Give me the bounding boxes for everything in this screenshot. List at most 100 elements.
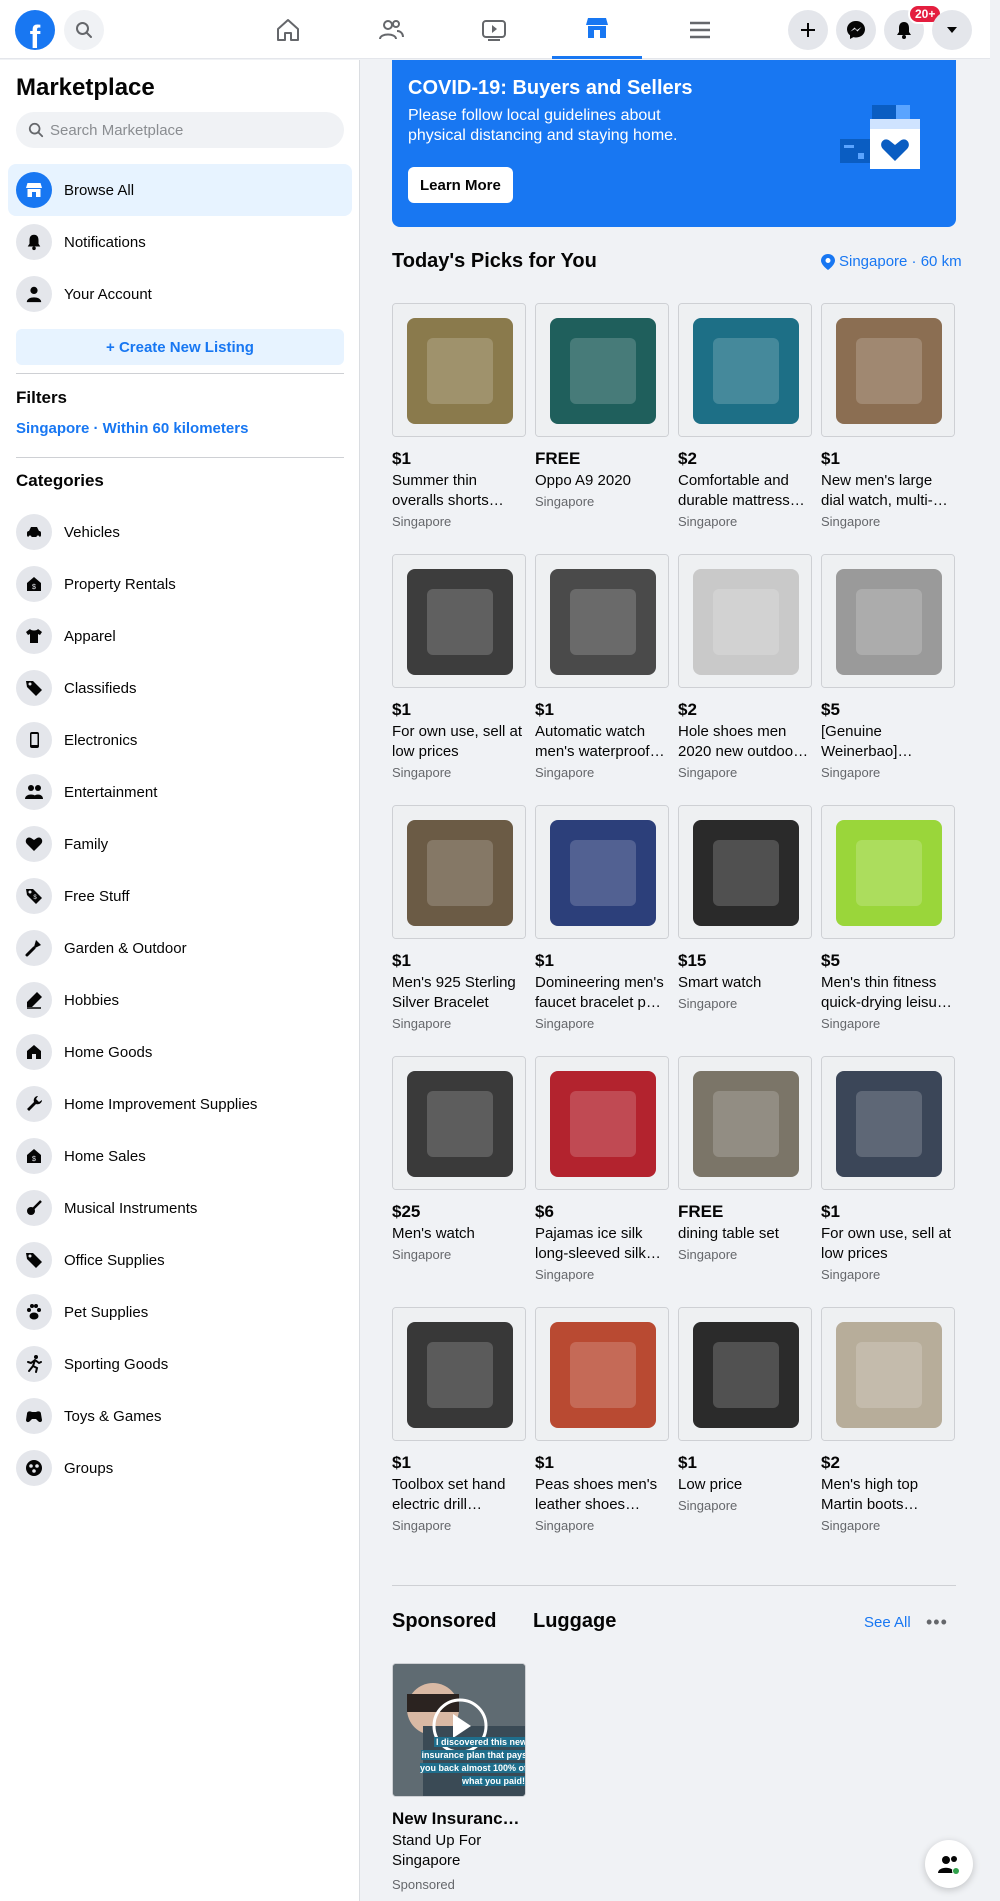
listing-location: Singapore (821, 1267, 881, 1282)
shovel-icon (16, 930, 52, 966)
svg-text:$: $ (32, 1156, 36, 1163)
tab-menu[interactable] (655, 0, 745, 59)
facebook-logo[interactable]: f (15, 10, 55, 50)
listing-photo[interactable] (535, 303, 669, 437)
tab-friends[interactable] (346, 0, 436, 59)
listing-title: [Genuine Weinerbao] Running suit (821, 723, 898, 760)
listing-card[interactable]: $1 Men's 925 Sterling Silver Bracelet Sing… (392, 805, 526, 1031)
listing-photo[interactable] (678, 805, 812, 939)
create-button[interactable] (788, 10, 828, 50)
category-item-office-supplies[interactable]: Office Supplies (8, 1234, 352, 1286)
divider (16, 457, 344, 458)
listing-card[interactable]: $5 Men's thin fitness quick-drying leisur… (821, 805, 955, 1031)
listing-photo[interactable] (678, 1307, 812, 1441)
location-filter-link[interactable]: Singapore · Within 60 kilometers (16, 420, 248, 437)
listing-photo[interactable] (392, 1056, 526, 1190)
category-item-groups[interactable]: Groups (8, 1442, 352, 1494)
category-item-home-sales[interactable]: $ Home Sales (8, 1130, 352, 1182)
listing-card[interactable]: $15 Smart watch Singapore (678, 805, 812, 1011)
search-marketplace-field[interactable] (16, 112, 344, 148)
listing-card[interactable]: $1 New men's large dial watch, multi-func… (821, 303, 955, 529)
category-item-electronics[interactable]: Electronics (8, 714, 352, 766)
listing-photo[interactable] (821, 303, 955, 437)
ad-video-thumbnail[interactable]: I discovered this new insurance plan tha… (392, 1663, 526, 1797)
guitar-icon (16, 1190, 52, 1226)
new-group-chat-button[interactable] (925, 1840, 973, 1888)
listing-card[interactable]: $1 Peas shoes men's leather shoes shoes Si… (535, 1307, 669, 1533)
listing-location: Singapore (392, 765, 452, 780)
listing-card[interactable]: FREE Oppo A9 2020 Singapore (535, 303, 669, 509)
category-label: Toys & Games (64, 1407, 162, 1425)
category-label: Vehicles (64, 523, 120, 541)
see-all-link[interactable]: See All (864, 1614, 911, 1631)
listing-card[interactable]: $1 For own use, sell at low prices Singapo… (392, 554, 526, 780)
luggage-heading: Luggage (533, 1610, 617, 1632)
sponsored-ad-card[interactable]: I discovered this new insurance plan tha… (392, 1663, 526, 1892)
learn-more-button[interactable]: Learn More (408, 167, 513, 203)
category-item-sporting-goods[interactable]: Sporting Goods (8, 1338, 352, 1390)
category-item-apparel[interactable]: Apparel (8, 610, 352, 662)
category-item-toys-games[interactable]: Toys & Games (8, 1390, 352, 1442)
listing-photo[interactable] (535, 805, 669, 939)
listing-card[interactable]: $1 Toolbox set hand electric drill househ… (392, 1307, 526, 1533)
listing-photo[interactable] (678, 303, 812, 437)
listing-photo[interactable] (821, 805, 955, 939)
home-icon (277, 18, 299, 41)
listing-photo[interactable] (535, 554, 669, 688)
search-button[interactable] (64, 10, 104, 50)
sidebar-item-label: Your Account (64, 285, 152, 303)
location-radius-link[interactable]: Singapore · 60 km (821, 253, 962, 270)
search-marketplace-input[interactable] (50, 121, 330, 139)
category-item-family[interactable]: Family (8, 818, 352, 870)
listing-photo[interactable] (392, 805, 526, 939)
listing-photo[interactable] (392, 554, 526, 688)
listing-photo[interactable] (821, 554, 955, 688)
category-item-vehicles[interactable]: Vehicles (8, 506, 352, 558)
listing-card[interactable]: $2 Men's high top Martin boots autumn Sing… (821, 1307, 955, 1533)
create-new-listing-button[interactable]: + Create New Listing (16, 329, 344, 365)
category-item-entertainment[interactable]: Entertainment (8, 766, 352, 818)
listing-location: Singapore (821, 1016, 881, 1031)
listing-photo[interactable] (821, 1307, 955, 1441)
listing-card[interactable]: $2 Hole shoes men 2020 new outdoor sandal… (678, 554, 812, 780)
sidebar-item-browse-all[interactable]: Browse All (8, 164, 352, 216)
tab-home[interactable] (243, 0, 333, 59)
listing-photo[interactable] (535, 1056, 669, 1190)
sidebar-item-notifications[interactable]: Notifications (8, 216, 352, 268)
listing-card[interactable]: $25 Men's watch Singapore (392, 1056, 526, 1262)
category-item-hobbies[interactable]: Hobbies (8, 974, 352, 1026)
listing-card[interactable]: $5 [Genuine Weinerbao] Running suit Singap… (821, 554, 955, 780)
category-item-home-goods[interactable]: Home Goods (8, 1026, 352, 1078)
listing-card[interactable]: $2 Comfortable and durable mattress toppe… (678, 303, 812, 529)
listing-photo[interactable] (821, 1056, 955, 1190)
listing-photo[interactable] (678, 554, 812, 688)
tab-watch[interactable] (449, 0, 539, 59)
account-menu-button[interactable] (932, 10, 972, 50)
messenger-button[interactable] (836, 10, 876, 50)
category-item-property-rentals[interactable]: $ Property Rentals (8, 558, 352, 610)
listing-photo[interactable] (678, 1056, 812, 1190)
category-item-classifieds[interactable]: Classifieds (8, 662, 352, 714)
category-item-home-improvement-supplies[interactable]: Home Improvement Supplies (8, 1078, 352, 1130)
category-item-musical-instruments[interactable]: Musical Instruments (8, 1182, 352, 1234)
category-item-garden-outdoor[interactable]: Garden & Outdoor (8, 922, 352, 974)
listing-card[interactable]: $1 Low price Singapore (678, 1307, 812, 1513)
listing-card[interactable]: $1 Automatic watch men's waterproof lumin… (535, 554, 669, 780)
listing-card[interactable]: $1 For own use, sell at low prices Singapo… (821, 1056, 955, 1282)
listing-photo[interactable] (535, 1307, 669, 1441)
sidebar-item-your-account[interactable]: Your Account (8, 268, 352, 320)
category-item-pet-supplies[interactable]: Pet Supplies (8, 1286, 352, 1338)
listing-location: Singapore (678, 514, 738, 529)
more-options-button[interactable]: ••• (926, 1612, 948, 1633)
listing-title: New men's large dial watch, multi-functi… (821, 472, 933, 509)
category-item-free-stuff[interactable]: $ Free Stuff (8, 870, 352, 922)
listing-card[interactable]: $6 Pajamas ice silk long-sleeved silk cou… (535, 1056, 669, 1282)
listing-card[interactable]: $1 Domineering men's faucet bracelet pure… (535, 805, 669, 1031)
listing-card[interactable]: FREE dining table set Singapore (678, 1056, 812, 1262)
tab-marketplace[interactable] (552, 0, 642, 59)
category-label: Electronics (64, 731, 138, 749)
listing-photo[interactable] (392, 303, 526, 437)
messenger-icon (847, 21, 865, 39)
listing-photo[interactable] (392, 1307, 526, 1441)
listing-card[interactable]: $1 Summer thin overalls shorts men's casu… (392, 303, 526, 529)
